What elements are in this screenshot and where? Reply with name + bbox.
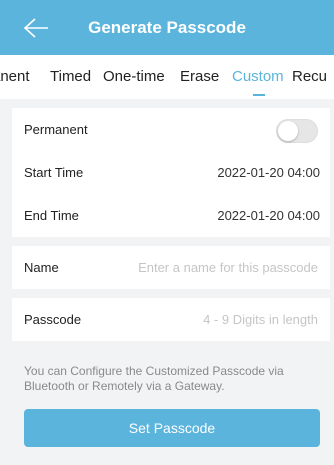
end-time-value: 2022-01-20 04:00 <box>217 208 320 223</box>
tab-erase[interactable]: Erase <box>180 55 219 99</box>
passcode-label: Passcode <box>24 312 82 327</box>
passcode-row[interactable]: Passcode 4 - 9 Digits in length <box>12 298 330 341</box>
page-title: Generate Passcode <box>88 18 246 37</box>
passcode-type-tabs: anent Timed One-time Erase Custom Recu <box>0 55 334 99</box>
tab-recurring[interactable]: Recu <box>292 55 327 99</box>
schedule-card: Permanent Start Time 2022-01-20 04:00 En… <box>12 108 330 237</box>
end-time-label: End Time <box>24 208 79 223</box>
active-tab-indicator <box>253 94 265 96</box>
name-row[interactable]: Name Enter a name for this passcode <box>12 246 330 289</box>
tab-custom[interactable]: Custom <box>232 55 284 99</box>
passcode-input[interactable]: 4 - 9 Digits in length <box>203 298 318 341</box>
tab-timed[interactable]: Timed <box>50 55 91 99</box>
start-time-label: Start Time <box>24 165 84 180</box>
set-passcode-button[interactable]: Set Passcode <box>24 409 320 447</box>
start-time-value: 2022-01-20 04:00 <box>217 165 320 180</box>
name-label: Name <box>24 260 59 275</box>
permanent-label: Permanent <box>24 122 88 137</box>
name-card: Name Enter a name for this passcode <box>12 246 330 289</box>
end-time-row[interactable]: End Time 2022-01-20 04:00 <box>12 194 330 237</box>
permanent-toggle[interactable] <box>276 119 318 143</box>
permanent-row: Permanent <box>12 108 330 151</box>
toggle-knob <box>278 121 298 141</box>
start-time-row[interactable]: Start Time 2022-01-20 04:00 <box>12 151 330 194</box>
top-bar: Generate Passcode <box>0 0 334 55</box>
help-text: You can Configure the Customized Passcod… <box>24 364 284 393</box>
name-input[interactable]: Enter a name for this passcode <box>138 246 318 289</box>
tab-one-time[interactable]: One-time <box>103 55 165 99</box>
tab-permanent[interactable]: anent <box>0 55 30 99</box>
passcode-card: Passcode 4 - 9 Digits in length <box>12 298 330 341</box>
